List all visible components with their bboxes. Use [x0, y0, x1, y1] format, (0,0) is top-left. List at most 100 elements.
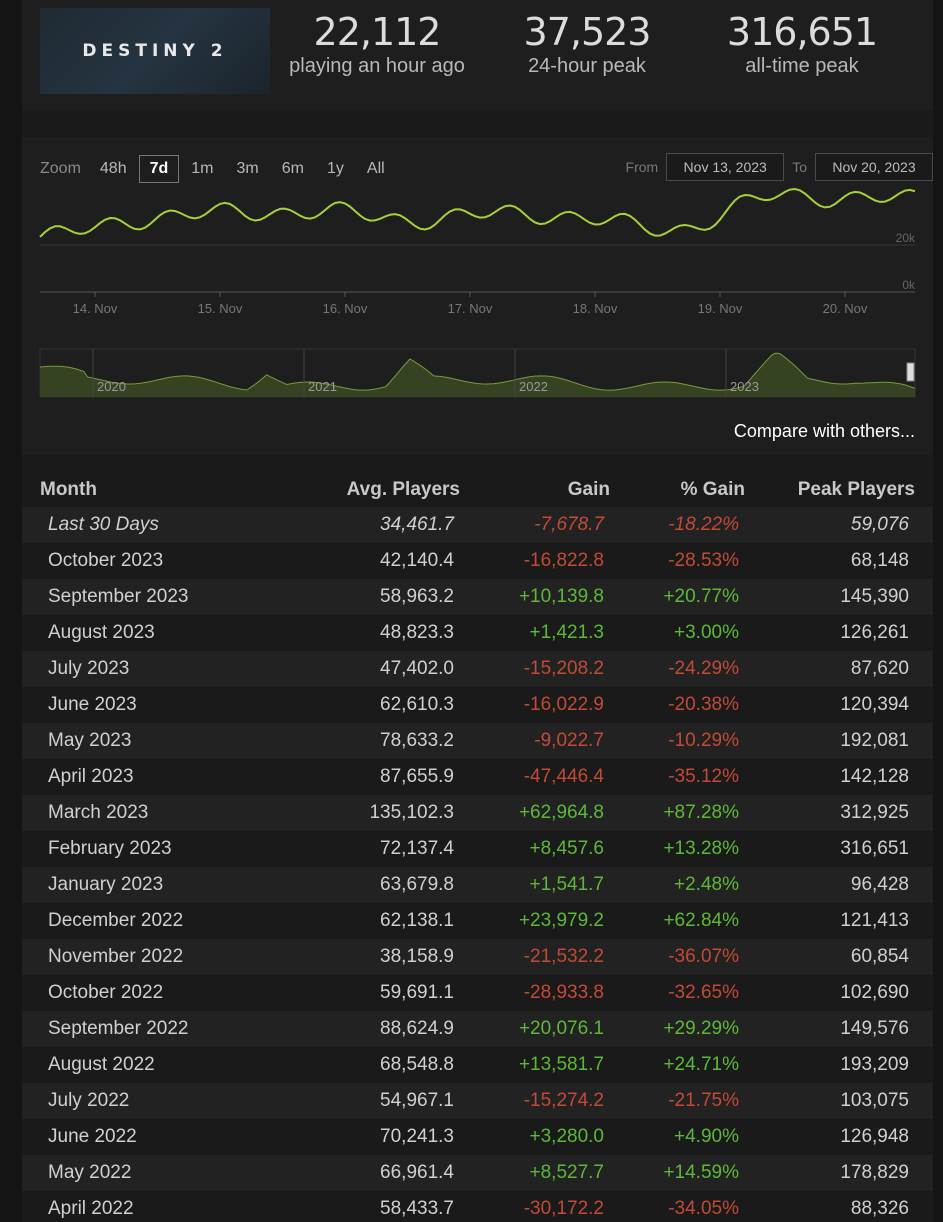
peak-players-cell: 192,081 — [840, 730, 909, 751]
header-gain[interactable]: Gain — [460, 479, 610, 501]
table-row: January 2023 63,679.8 +1,541.7 +2.48% 96,428 — [22, 867, 933, 903]
zoom-3m-button[interactable]: 3m — [226, 155, 270, 183]
pct-gain-cell: -28.53% — [668, 550, 739, 571]
avg-players-cell: 62,138.1 — [380, 910, 454, 931]
month-cell: October 2022 — [48, 982, 164, 1003]
gain-cell: -9,022.7 — [534, 730, 604, 751]
table-row: Last 30 Days 34,461.7 -7,678.7 -18.22% 59,07… — [22, 507, 933, 543]
avg-players-cell: 54,967.1 — [380, 1090, 454, 1111]
gain-cell: -28,933.8 — [523, 982, 604, 1003]
page: DESTINY 2 22,112 playing an hour ago 37,… — [22, 0, 933, 1222]
pct-gain-cell: +2.48% — [674, 874, 739, 895]
peak-players-cell: 102,690 — [840, 982, 909, 1003]
pct-gain-cell: -35.12% — [668, 766, 739, 787]
to-date-input[interactable]: Nov 20, 2023 — [815, 153, 933, 181]
y-tick-0k: 0k — [902, 278, 916, 292]
table-row: November 2022 38,158.9 -21,532.2 -36.07% 60,… — [22, 939, 933, 975]
pct-gain-cell: +62.84% — [663, 910, 739, 931]
avg-players-cell: 72,137.4 — [380, 838, 454, 859]
table-header: Month Avg. Players Gain % Gain Peak Play… — [22, 473, 933, 507]
table-row: April 2022 58,433.7 -30,172.2 -34.05% 88,326 — [22, 1191, 933, 1222]
gain-cell: +20,076.1 — [518, 1018, 604, 1039]
gain-cell: -30,172.2 — [523, 1198, 604, 1219]
monthly-stats-table: Month Avg. Players Gain % Gain Peak Play… — [22, 473, 933, 1222]
pct-gain-cell: +13.28% — [663, 838, 739, 859]
table-row: July 2023 47,402.0 -15,208.2 -24.29% 87,620 — [22, 651, 933, 687]
navigator-year-label: 2023 — [730, 379, 759, 394]
table-row: June 2022 70,241.3 +3,280.0 +4.90% 126,948 — [22, 1119, 933, 1155]
compare-link[interactable]: Compare with others... — [734, 421, 915, 442]
game-logo[interactable]: DESTINY 2 — [40, 8, 270, 94]
pct-gain-cell: +3.00% — [674, 622, 739, 643]
avg-players-cell: 135,102.3 — [369, 802, 454, 823]
peak-players-cell: 312,925 — [840, 802, 909, 823]
table-row: February 2023 72,137.4 +8,457.6 +13.28% 316,… — [22, 831, 933, 867]
pct-gain-cell: -18.22% — [668, 514, 739, 535]
all-time-peak-stat: 316,651 all-time peak — [722, 8, 882, 76]
header-pct-gain[interactable]: % Gain — [610, 479, 745, 501]
pct-gain-cell: -36.07% — [668, 946, 739, 967]
avg-players-cell: 66,961.4 — [380, 1162, 454, 1183]
gain-cell: +8,457.6 — [529, 838, 605, 859]
peak-players-cell: 178,829 — [840, 1162, 909, 1183]
avg-players-cell: 88,624.9 — [380, 1018, 454, 1039]
navigator-year-label: 2022 — [519, 379, 548, 394]
month-cell: Last 30 Days — [48, 514, 159, 535]
avg-players-cell: 48,823.3 — [380, 622, 454, 643]
gain-cell: +10,139.8 — [518, 586, 604, 607]
zoom-1y-button[interactable]: 1y — [316, 155, 355, 183]
month-cell: February 2023 — [48, 838, 172, 859]
peak-players-cell: 88,326 — [850, 1198, 909, 1219]
zoom-6m-button[interactable]: 6m — [271, 155, 315, 183]
avg-players-cell: 38,158.9 — [380, 946, 454, 967]
month-cell: July 2023 — [48, 658, 130, 679]
peak-players-cell: 60,854 — [850, 946, 909, 967]
from-date-input[interactable]: Nov 13, 2023 — [666, 153, 785, 181]
month-cell: June 2023 — [48, 694, 137, 715]
pct-gain-cell: -10.29% — [668, 730, 739, 751]
gain-cell: +1,421.3 — [529, 622, 605, 643]
month-cell: January 2023 — [48, 874, 164, 895]
avg-players-cell: 70,241.3 — [380, 1126, 454, 1147]
x-tick-label: 19. Nov — [698, 301, 743, 316]
x-tick-label: 16. Nov — [323, 301, 368, 316]
pct-gain-cell: +14.59% — [663, 1162, 739, 1183]
navigator-chart[interactable]: 2020 2021 2022 2023 — [22, 343, 933, 403]
month-cell: November 2022 — [48, 946, 184, 967]
header-avg-players[interactable]: Avg. Players — [290, 479, 460, 501]
zoom-48h-button[interactable]: 48h — [89, 155, 138, 183]
avg-players-cell: 62,610.3 — [380, 694, 454, 715]
peak-players-cell: 120,394 — [840, 694, 909, 715]
peak-players-cell: 145,390 — [840, 586, 909, 607]
avg-players-cell: 58,433.7 — [380, 1198, 454, 1219]
pct-gain-cell: -34.05% — [668, 1198, 739, 1219]
current-players-stat: 22,112 playing an hour ago — [282, 8, 472, 76]
gain-cell: -16,022.9 — [523, 694, 604, 715]
peak-players-cell: 87,620 — [850, 658, 909, 679]
zoom-selector: Zoom 48h 7d 1m 3m 6m 1y All — [40, 155, 397, 183]
x-tick-label: 18. Nov — [573, 301, 618, 316]
avg-players-cell: 47,402.0 — [380, 658, 454, 679]
month-cell: October 2023 — [48, 550, 164, 571]
month-cell: August 2022 — [48, 1054, 155, 1075]
zoom-all-button[interactable]: All — [356, 155, 396, 183]
peak-players-cell: 103,075 — [840, 1090, 909, 1111]
avg-players-cell: 42,140.4 — [380, 550, 454, 571]
zoom-1m-button[interactable]: 1m — [180, 155, 224, 183]
avg-players-cell: 78,633.2 — [380, 730, 454, 751]
gain-cell: +62,964.8 — [518, 802, 604, 823]
table-row: September 2023 58,963.2 +10,139.8 +20.77% 14… — [22, 579, 933, 615]
navigator-year-label: 2020 — [97, 379, 126, 394]
x-tick-label: 20. Nov — [823, 301, 868, 316]
table-row: August 2022 68,548.8 +13,581.7 +24.71% 193,2… — [22, 1047, 933, 1083]
navigator-handle[interactable] — [906, 362, 915, 382]
peak-players-cell: 142,128 — [840, 766, 909, 787]
pct-gain-cell: -32.65% — [668, 982, 739, 1003]
gain-cell: +3,280.0 — [529, 1126, 605, 1147]
to-label: To — [792, 159, 807, 175]
zoom-7d-button[interactable]: 7d — [138, 155, 180, 183]
zoom-label: Zoom — [40, 160, 81, 177]
header-month[interactable]: Month — [40, 479, 290, 501]
month-cell: September 2023 — [48, 586, 189, 607]
header-peak-players[interactable]: Peak Players — [745, 479, 915, 501]
